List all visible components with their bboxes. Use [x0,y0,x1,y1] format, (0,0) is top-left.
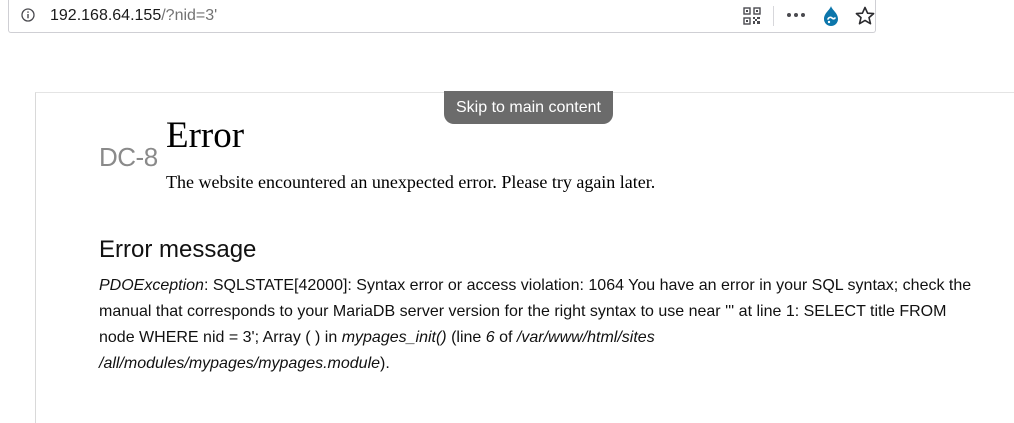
exception-name: PDOException [99,277,204,294]
site-name[interactable]: DC-8 [99,142,158,173]
line-number: 6 [485,329,495,346]
qr-code-icon[interactable] [743,7,761,25]
more-icon[interactable] [786,11,806,19]
skip-to-main-content-link[interactable]: Skip to main content [444,91,613,124]
page-title: Error [166,115,245,156]
error-intro-text: The website encountered an unexpected er… [166,172,656,192]
file-path-part: /var/www/html/sites [516,329,655,346]
error-text-part: of [494,329,517,346]
error-text-part: ). [380,355,390,372]
function-name: mypages_init() [341,329,447,346]
error-message-body: PDOException: SQLSTATE[42000]: Syntax er… [99,273,979,377]
error-text-part: (line [446,329,486,346]
url-text[interactable]: 192.168.64.155/?nid=3' [50,7,217,25]
error-message-heading: Error message [99,236,257,263]
toolbar-separator [773,6,774,26]
info-icon[interactable] [21,8,35,22]
star-icon[interactable] [855,6,875,26]
url-path: /?nid=3' [161,7,218,24]
drupal-icon[interactable] [821,5,841,27]
file-path-part: /all/modules/mypages/mypages.module [99,355,381,372]
url-host: 192.168.64.155 [50,7,162,24]
address-bar[interactable]: 192.168.64.155/?nid=3' [8,0,876,33]
